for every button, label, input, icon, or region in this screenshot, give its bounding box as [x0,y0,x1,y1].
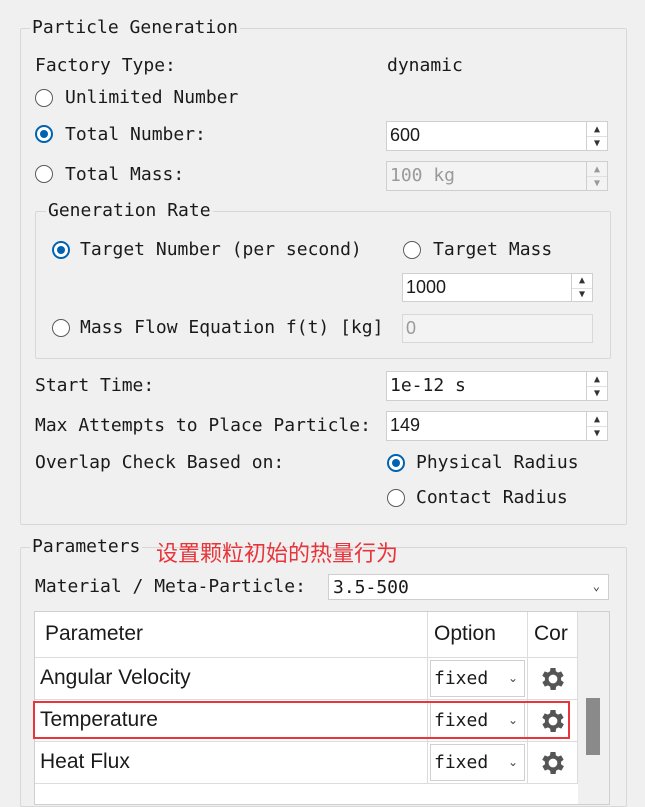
mass-flow-radio[interactable] [52,319,70,337]
material-value: 3.5-500 [333,577,409,598]
target-number-label[interactable]: Target Number (per second) [80,239,362,260]
mass-flow-value: 0 [406,318,417,338]
row-config-cell [528,742,578,784]
chevron-down-icon: ⌄ [507,671,518,685]
gear-icon[interactable] [528,742,577,783]
spin-up-icon: ▲ [587,162,607,177]
spin-up-icon[interactable]: ▲ [587,412,607,427]
spin-down-icon[interactable]: ▼ [587,136,607,150]
start-time-value: 1e-12 s [390,375,466,396]
factory-type-value: dynamic [387,55,463,76]
spin-down-icon[interactable]: ▼ [587,426,607,440]
physical-radius-radio[interactable] [387,454,405,472]
mass-flow-label[interactable]: Mass Flow Equation f(t) [kg] [80,317,383,338]
total-number-spinbox[interactable]: 600 ▲ ▼ [386,121,608,151]
start-time-label: Start Time: [35,375,155,396]
target-mass-label[interactable]: Target Mass [433,239,552,260]
spin-down-icon[interactable]: ▼ [572,288,592,302]
generation-rate-title: Generation Rate [46,200,213,221]
spin-up-icon[interactable]: ▲ [572,274,592,289]
spin-down-icon[interactable]: ▼ [587,386,607,400]
start-time-spinbox[interactable]: 1e-12 s ▲ ▼ [386,371,608,401]
total-mass-radio[interactable] [35,165,53,183]
overlap-check-label: Overlap Check Based on: [35,452,285,473]
temperature-highlight [33,701,570,739]
header-cor-label: Cor [534,622,568,645]
header-parameter[interactable]: Parameter [35,612,428,658]
gear-icon[interactable] [528,658,577,699]
target-mass-radio[interactable] [403,241,421,259]
option-value: fixed [434,752,489,773]
material-label: Material / Meta-Particle: [35,576,306,597]
contact-radius-radio[interactable] [387,489,405,507]
parameters-title: Parameters [30,536,143,557]
contact-radius-label[interactable]: Contact Radius [416,487,568,508]
unlimited-number-radio[interactable] [35,89,53,107]
header-option-label: Option [434,622,496,645]
unlimited-number-label[interactable]: Unlimited Number [65,87,238,108]
max-attempts-value: 149 [390,415,421,435]
spin-up-icon[interactable]: ▲ [587,122,607,137]
material-select[interactable]: 3.5-500 ⌄ [328,574,609,600]
spin-up-icon[interactable]: ▲ [587,372,607,387]
total-number-label[interactable]: Total Number: [65,124,206,145]
row-config-cell [528,658,578,700]
table-row[interactable]: Angular Velocity [35,658,428,700]
row-parameter-name: Heat Flux [40,750,130,773]
row-parameter-name: Angular Velocity [40,666,191,689]
row-option-cell: fixed ⌄ [428,742,528,784]
total-mass-spinbox: 100 kg ▲ ▼ [386,161,608,191]
option-select[interactable]: fixed ⌄ [430,660,525,697]
row-option-cell: fixed ⌄ [428,658,528,700]
generation-rate-value: 1000 [406,277,447,297]
spin-down-icon: ▼ [593,177,601,189]
max-attempts-spinbox[interactable]: 149 ▲ ▼ [386,411,608,441]
option-value: fixed [434,668,489,689]
header-option[interactable]: Option [428,612,528,658]
header-cor[interactable]: Cor [528,612,578,658]
table-scrollbar-thumb[interactable] [586,698,600,755]
max-attempts-label: Max Attempts to Place Particle: [35,415,371,436]
annotation-text: 设置颗粒初始的热量行为 [156,542,399,567]
mass-flow-input: 0 [402,314,593,343]
chevron-down-icon: ⌄ [592,579,600,593]
generation-rate-spinbox[interactable]: 1000 ▲ ▼ [402,273,593,302]
chevron-down-icon: ⌄ [507,755,518,769]
header-parameter-label: Parameter [45,622,144,645]
total-number-value: 600 [390,125,421,145]
factory-type-label: Factory Type: [35,55,176,76]
table-row[interactable]: Heat Flux [35,742,428,784]
particle-generation-title: Particle Generation [30,17,240,38]
physical-radius-label[interactable]: Physical Radius [416,452,579,473]
total-number-radio[interactable] [35,125,53,143]
target-number-radio[interactable] [52,241,70,259]
option-select[interactable]: fixed ⌄ [430,744,525,781]
total-mass-label[interactable]: Total Mass: [65,164,184,185]
total-mass-value: 100 kg [390,165,456,186]
